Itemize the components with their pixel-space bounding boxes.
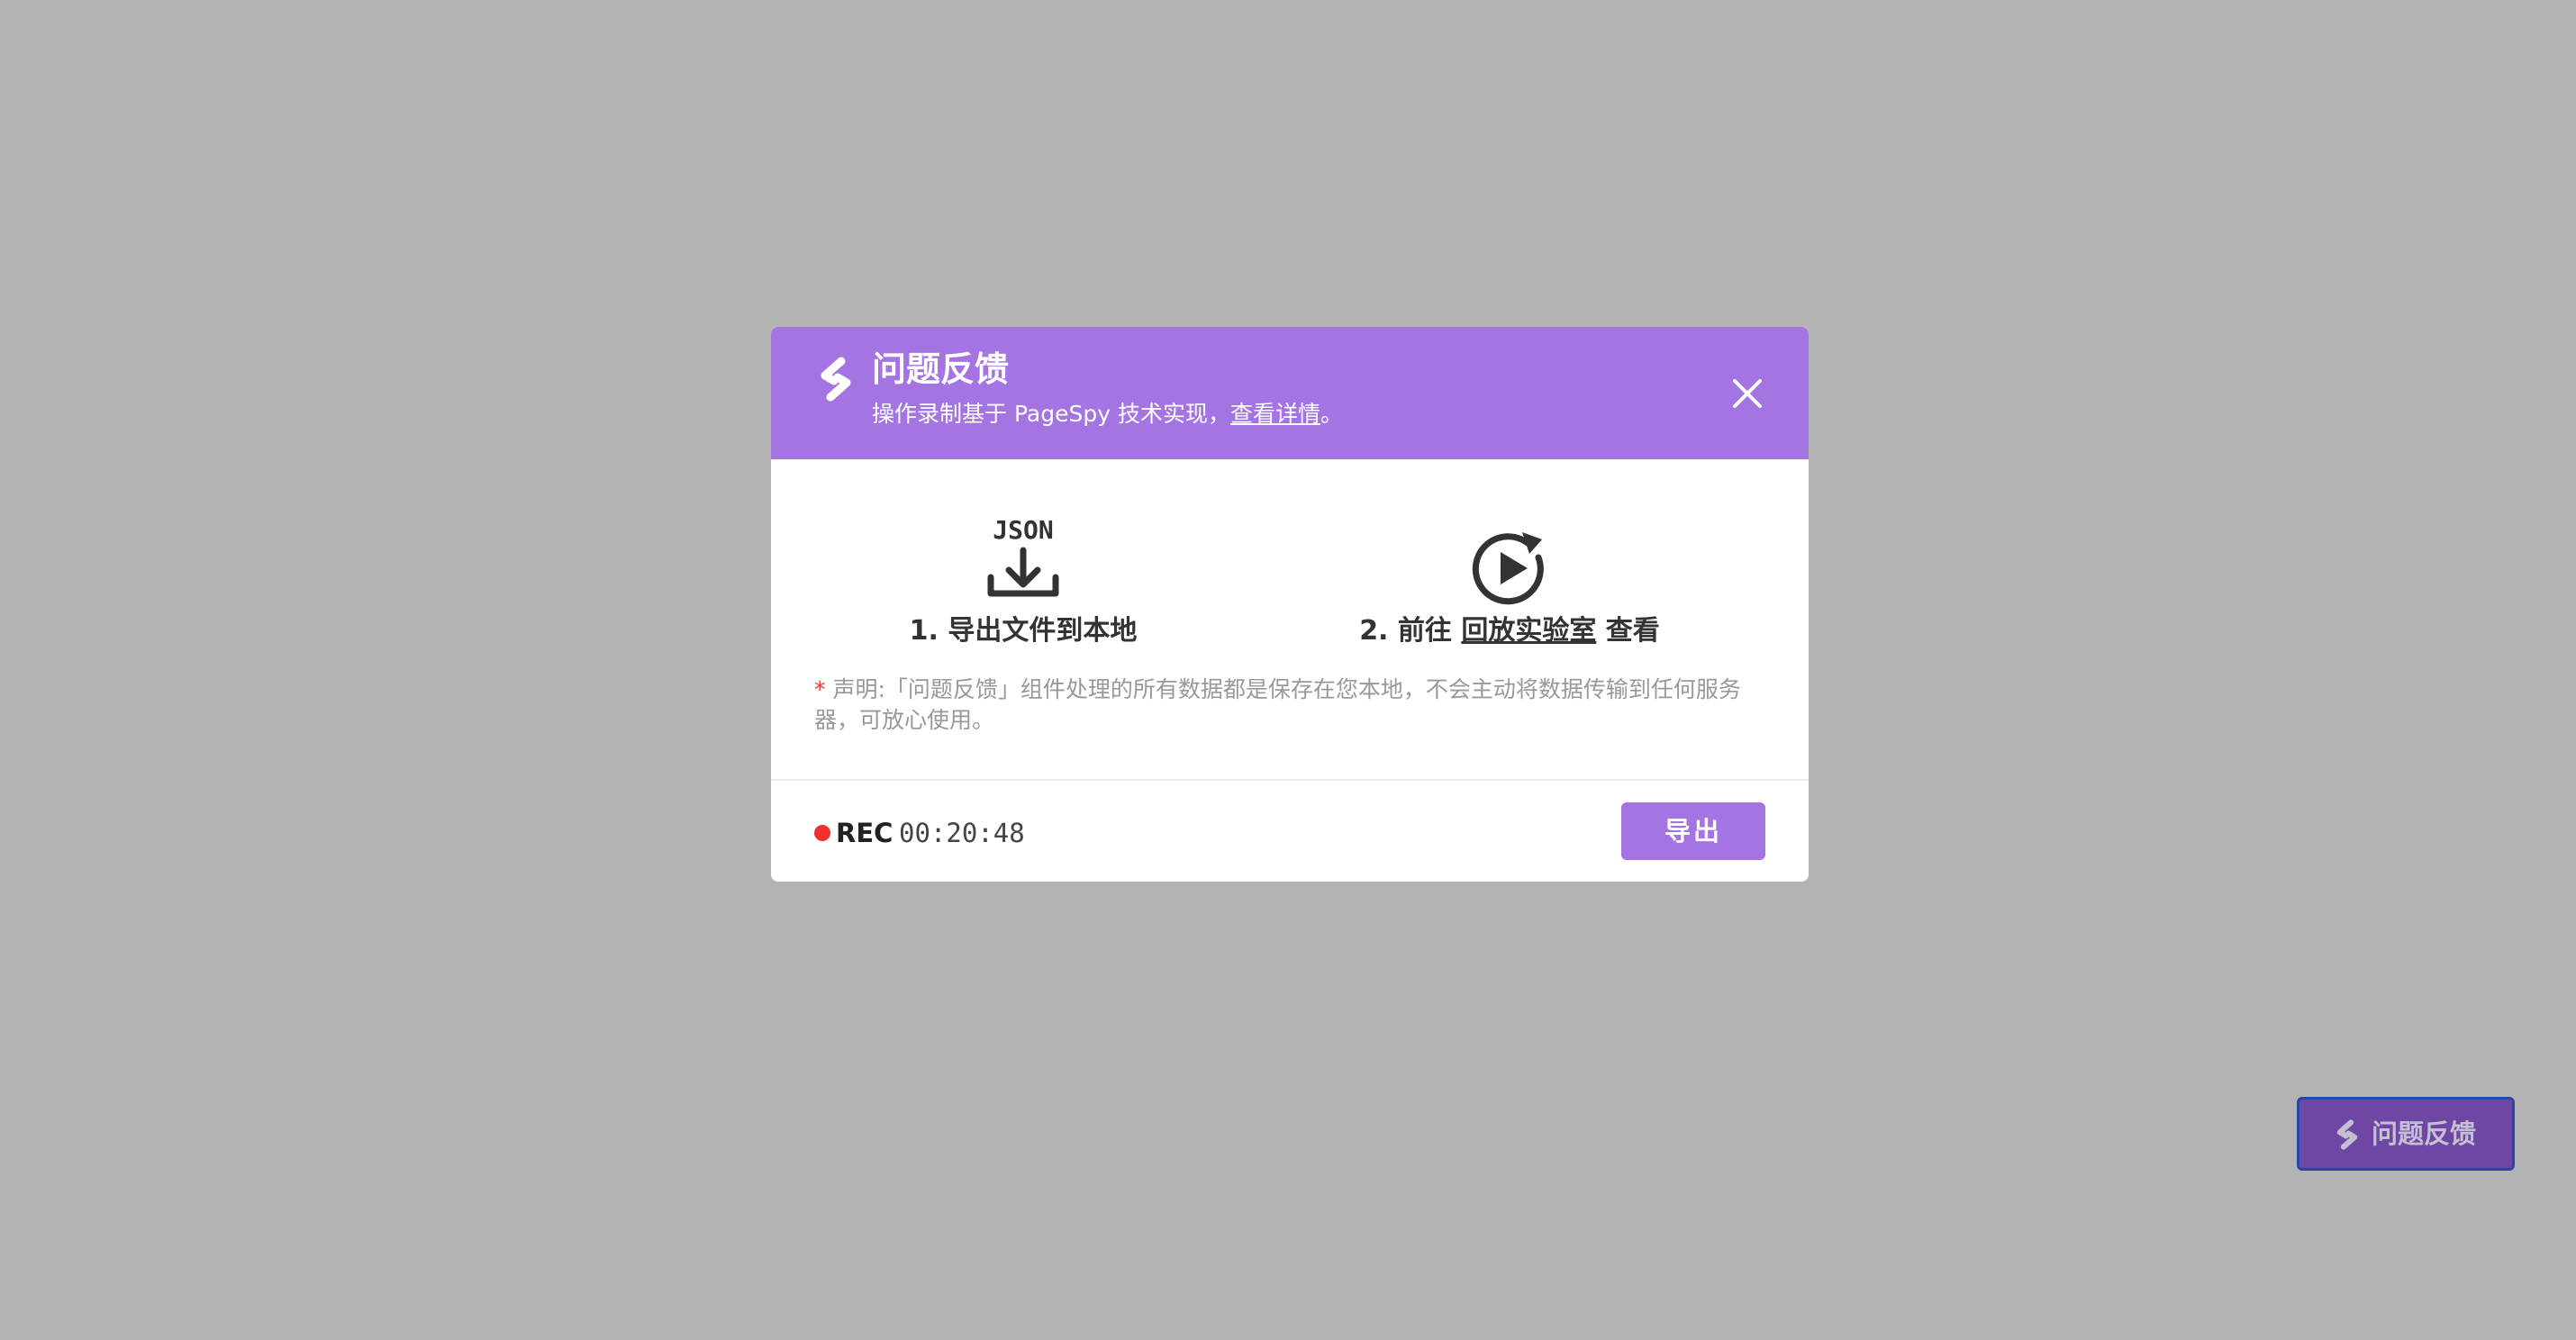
feedback-float-button[interactable]: 问题反馈	[2297, 1097, 2515, 1171]
modal-header: 问题反馈 操作录制基于 PageSpy 技术实现，查看详情。	[771, 327, 1809, 459]
export-button[interactable]: 导出	[1621, 802, 1765, 860]
step-2-label: 2. 前往 回放实验室 查看	[1311, 613, 1708, 649]
step-export-local: JSON 1. 导出文件到本地	[825, 514, 1221, 676]
notice-asterisk: *	[814, 676, 826, 702]
details-link[interactable]: 查看详情	[1230, 401, 1320, 427]
subtitle-text: 操作录制基于 PageSpy 技术实现，	[872, 401, 1230, 427]
step-2-prefix: 2. 前往	[1359, 615, 1462, 647]
float-button-label: 问题反馈	[2372, 1118, 2477, 1149]
footer-divider	[771, 779, 1809, 781]
step-open-replay-lab: 2. 前往 回放实验室 查看	[1311, 514, 1708, 676]
modal-title: 问题反馈	[872, 349, 1010, 389]
recording-dot-icon	[814, 825, 830, 841]
notice-text: 声明:「问题反馈」组件处理的所有数据都是保存在您本地，不会主动将数据传输到任何服…	[814, 676, 1741, 733]
modal-subtitle: 操作录制基于 PageSpy 技术实现，查看详情。	[872, 399, 1343, 430]
pagespy-logo-icon	[821, 357, 851, 402]
json-icon-text: JSON	[993, 515, 1053, 545]
subtitle-suffix: 。	[1320, 401, 1343, 427]
replay-play-icon	[1472, 532, 1544, 605]
rec-timer: 00:20:48	[899, 818, 1025, 848]
replay-lab-link[interactable]: 回放实验室	[1461, 615, 1596, 647]
step-2-suffix: 查看	[1596, 615, 1660, 647]
pagespy-logo-icon	[2336, 1119, 2358, 1150]
json-download-icon: JSON	[987, 515, 1059, 597]
rec-label: REC	[836, 818, 893, 848]
privacy-notice: * 声明:「问题反馈」组件处理的所有数据都是保存在您本地，不会主动将数据传输到任何…	[814, 675, 1769, 736]
feedback-modal: 问题反馈 操作录制基于 PageSpy 技术实现，查看详情。 JSON 1. 导…	[771, 327, 1809, 882]
close-icon[interactable]	[1724, 370, 1771, 417]
step-1-label: 1. 导出文件到本地	[909, 615, 1138, 647]
